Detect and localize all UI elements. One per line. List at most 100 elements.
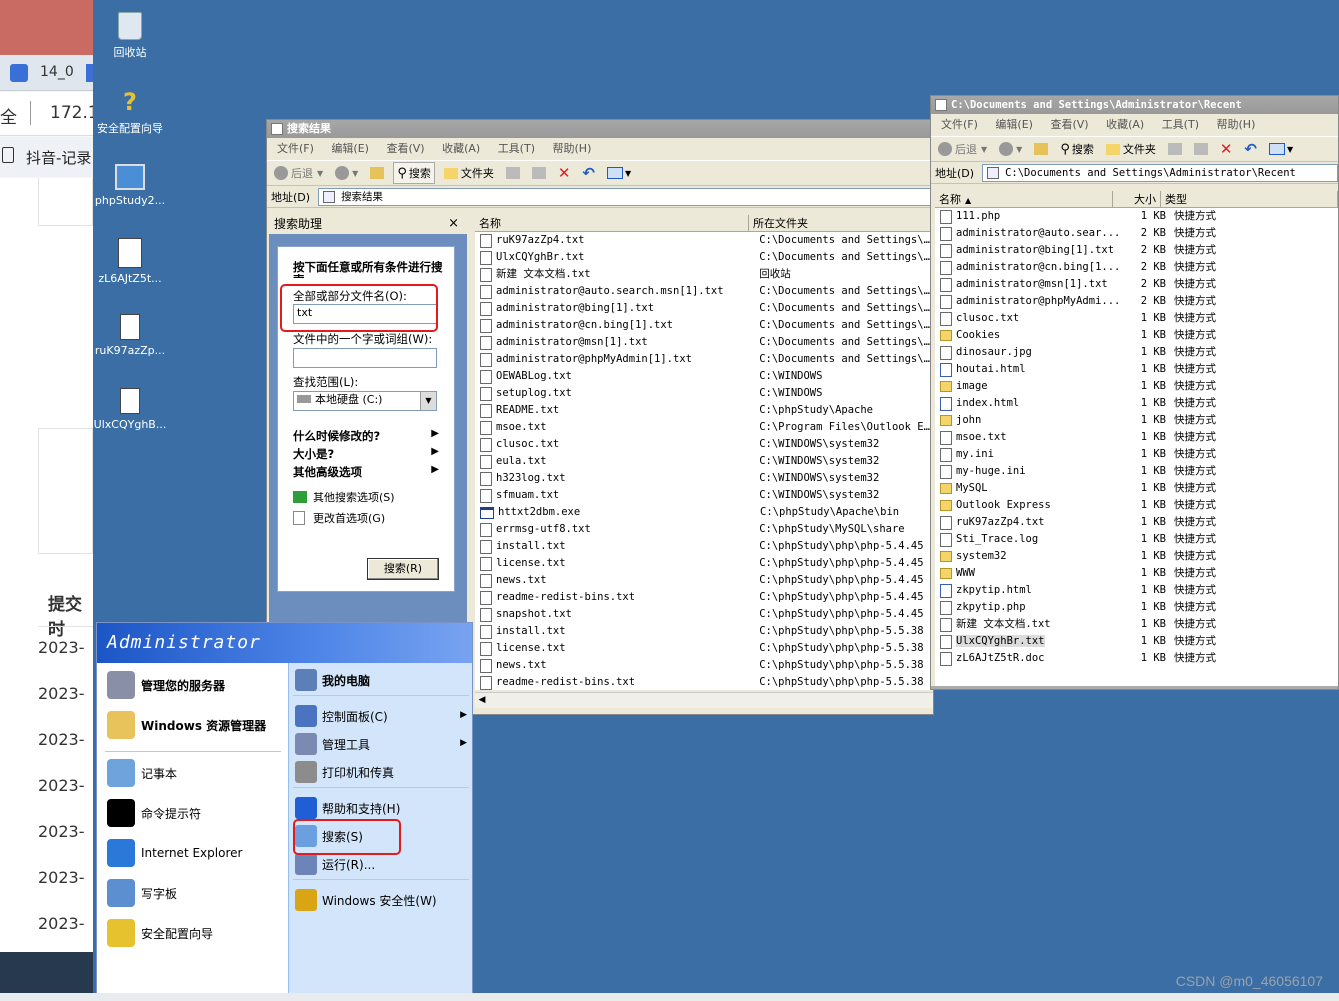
col-size[interactable]: 大小 <box>1113 191 1161 207</box>
start-right-item[interactable]: 帮助和支持(H) <box>295 797 467 819</box>
start-left-item[interactable]: 命令提示符 <box>107 799 201 827</box>
menu-edit[interactable]: 编辑(E) <box>995 118 1033 131</box>
result-row[interactable]: news.txt C:\phpStudy\php\php-5.5.38 <box>475 657 933 674</box>
back-button[interactable]: 后退 ▼ <box>935 138 990 160</box>
menu-favorites[interactable]: 收藏(A) <box>442 142 480 155</box>
result-row[interactable]: administrator@phpMyAdmin[1].txt C:\Docume… <box>475 351 933 368</box>
desktop-icon-txt-shortcut[interactable]: UlxCQYghB... <box>93 388 167 431</box>
recent-row[interactable]: john 1 KB 快捷方式 <box>935 412 1338 429</box>
menu-tools[interactable]: 工具(T) <box>498 142 535 155</box>
desktop-icon-txt-shortcut[interactable]: ruK97azZp... <box>93 314 167 357</box>
recent-window-titlebar[interactable]: C:\Documents and Settings\Administrator\… <box>931 96 1338 114</box>
start-right-item[interactable]: 运行(R)... <box>295 853 467 875</box>
copy-to-button[interactable] <box>1191 138 1211 160</box>
start-right-item[interactable]: 我的电脑 <box>295 669 467 691</box>
result-row[interactable]: setuplog.txt C:\WINDOWS <box>475 385 933 402</box>
col-folder[interactable]: 所在文件夹 <box>749 215 933 231</box>
address-input[interactable]: C:\Documents and Settings\Administrator\… <box>982 163 1338 182</box>
size-expander[interactable]: 大小是? ▶ <box>293 446 439 462</box>
result-row[interactable]: license.txt C:\phpStudy\php\php-5.5.38 <box>475 640 933 657</box>
recent-row[interactable]: index.html 1 KB 快捷方式 <box>935 395 1338 412</box>
word-input[interactable] <box>293 348 437 368</box>
host-tab-row[interactable]: 14_0 <box>0 55 93 91</box>
start-right-item[interactable]: 打印机和传真 <box>295 761 467 783</box>
result-row[interactable]: readme-redist-bins.txt C:\phpStudy\php\ph… <box>475 674 933 690</box>
recent-row[interactable]: zL6AJtZ5tR.doc 1 KB 快捷方式 <box>935 650 1338 667</box>
search-window-titlebar[interactable]: 搜索结果 <box>267 120 933 138</box>
search-toolbar-button[interactable]: ⚲ 搜索 <box>393 162 435 184</box>
forward-button[interactable]: ▼ <box>332 162 361 184</box>
result-row[interactable]: install.txt C:\phpStudy\php\php-5.4.45 <box>475 538 933 555</box>
menu-view[interactable]: 查看(V) <box>1050 118 1088 131</box>
recent-row[interactable]: MySQL 1 KB 快捷方式 <box>935 480 1338 497</box>
recent-row[interactable]: zkpytip.html 1 KB 快捷方式 <box>935 582 1338 599</box>
search-toolbar-button[interactable]: ⚲ 搜索 <box>1057 138 1097 160</box>
result-row[interactable]: README.txt C:\phpStudy\Apache <box>475 402 933 419</box>
desktop-icon-recycle-bin[interactable]: 回收站 <box>93 12 167 60</box>
result-row[interactable]: ruK97azZp4.txt C:\Documents and Settings\… <box>475 232 933 249</box>
chevron-left-icon[interactable]: ◀ <box>475 693 489 708</box>
menu-tools[interactable]: 工具(T) <box>1162 118 1199 131</box>
recent-row[interactable]: administrator@phpMyAdmi... 2 KB 快捷方式 <box>935 293 1338 310</box>
delete-button[interactable]: ✕ <box>1217 138 1236 160</box>
folders-button[interactable]: 文件夹 <box>1103 138 1159 160</box>
start-left-item[interactable]: 写字板 <box>107 879 177 907</box>
result-row[interactable]: sfmuam.txt C:\WINDOWS\system32 <box>475 487 933 504</box>
up-folder-button[interactable] <box>367 162 387 184</box>
menu-help[interactable]: 帮助(H) <box>1217 118 1256 131</box>
move-to-button[interactable] <box>1165 138 1185 160</box>
start-left-item[interactable]: Internet Explorer <box>107 839 242 867</box>
recent-row[interactable]: UlxCQYghBr.txt 1 KB 快捷方式 <box>935 633 1338 650</box>
result-row[interactable]: UlxCQYghBr.txt C:\Documents and Settings\… <box>475 249 933 266</box>
menu-help[interactable]: 帮助(H) <box>553 142 592 155</box>
when-modified-expander[interactable]: 什么时候修改的? ▶ <box>293 428 439 444</box>
recent-row[interactable]: dinosaur.jpg 1 KB 快捷方式 <box>935 344 1338 361</box>
up-folder-button[interactable] <box>1031 138 1051 160</box>
start-left-item[interactable]: 管理您的服务器 <box>107 671 225 699</box>
recent-row[interactable]: WWW 1 KB 快捷方式 <box>935 565 1338 582</box>
start-left-item[interactable]: 记事本 <box>107 759 177 787</box>
recent-row[interactable]: image 1 KB 快捷方式 <box>935 378 1338 395</box>
host-bookmark[interactable]: 抖音-记录 <box>26 147 91 168</box>
recent-row[interactable]: administrator@bing[1].txt 2 KB 快捷方式 <box>935 242 1338 259</box>
advanced-expander[interactable]: 其他高级选项 ▶ <box>293 464 439 480</box>
menu-edit[interactable]: 编辑(E) <box>331 142 369 155</box>
menu-file[interactable]: 文件(F) <box>941 118 978 131</box>
other-search-link[interactable]: 其他搜索选项(S) <box>293 489 395 505</box>
start-right-item[interactable]: 管理工具 ▶ <box>295 733 467 755</box>
desktop-icon-phpstudy[interactable]: phpStudy2... <box>93 164 167 207</box>
result-row[interactable]: administrator@msn[1].txt C:\Documents and… <box>475 334 933 351</box>
start-left-item[interactable]: Windows 资源管理器 <box>107 711 266 739</box>
close-icon[interactable]: × <box>448 215 459 233</box>
move-to-button[interactable] <box>503 162 523 184</box>
menu-file[interactable]: 文件(F) <box>277 142 314 155</box>
recent-row[interactable]: ruK97azZp4.txt 1 KB 快捷方式 <box>935 514 1338 531</box>
result-row[interactable]: readme-redist-bins.txt C:\phpStudy\php\ph… <box>475 589 933 606</box>
result-row[interactable]: eula.txt C:\WINDOWS\system32 <box>475 453 933 470</box>
recent-row[interactable]: Outlook Express 1 KB 快捷方式 <box>935 497 1338 514</box>
folders-button[interactable]: 文件夹 <box>441 162 497 184</box>
horizontal-scrollbar[interactable]: ◀ <box>475 692 933 708</box>
recent-row[interactable]: my-huge.ini 1 KB 快捷方式 <box>935 463 1338 480</box>
recent-row[interactable]: zkpytip.php 1 KB 快捷方式 <box>935 599 1338 616</box>
recent-row[interactable]: msoe.txt 1 KB 快捷方式 <box>935 429 1338 446</box>
recent-row[interactable]: Sti_Trace.log 1 KB 快捷方式 <box>935 531 1338 548</box>
address-input[interactable]: 搜索结果 <box>318 187 933 206</box>
search-submit-button[interactable]: 搜索(R) <box>367 558 439 580</box>
result-row[interactable]: administrator@auto.search.msn[1].txt C:\D… <box>475 283 933 300</box>
col-name[interactable]: 名称 <box>475 215 749 231</box>
menu-view[interactable]: 查看(V) <box>386 142 424 155</box>
result-row[interactable]: license.txt C:\phpStudy\php\php-5.4.45 <box>475 555 933 572</box>
recent-row[interactable]: clusoc.txt 1 KB 快捷方式 <box>935 310 1338 327</box>
views-button[interactable]: ▼ <box>604 162 634 184</box>
recent-row[interactable]: administrator@auto.sear... 2 KB 快捷方式 <box>935 225 1338 242</box>
result-row[interactable]: OEWABLog.txt C:\WINDOWS <box>475 368 933 385</box>
desktop-icon-doc[interactable]: zL6AJtZ5t... <box>93 238 167 285</box>
recent-row[interactable]: administrator@cn.bing[1... 2 KB 快捷方式 <box>935 259 1338 276</box>
result-row[interactable]: clusoc.txt C:\WINDOWS\system32 <box>475 436 933 453</box>
result-row[interactable]: install.txt C:\phpStudy\php\php-5.5.38 <box>475 623 933 640</box>
start-right-item[interactable]: 控制面板(C) ▶ <box>295 705 467 727</box>
recent-row[interactable]: Cookies 1 KB 快捷方式 <box>935 327 1338 344</box>
result-row[interactable]: snapshot.txt C:\phpStudy\php\php-5.4.45 <box>475 606 933 623</box>
result-row[interactable]: administrator@cn.bing[1].txt C:\Documents… <box>475 317 933 334</box>
